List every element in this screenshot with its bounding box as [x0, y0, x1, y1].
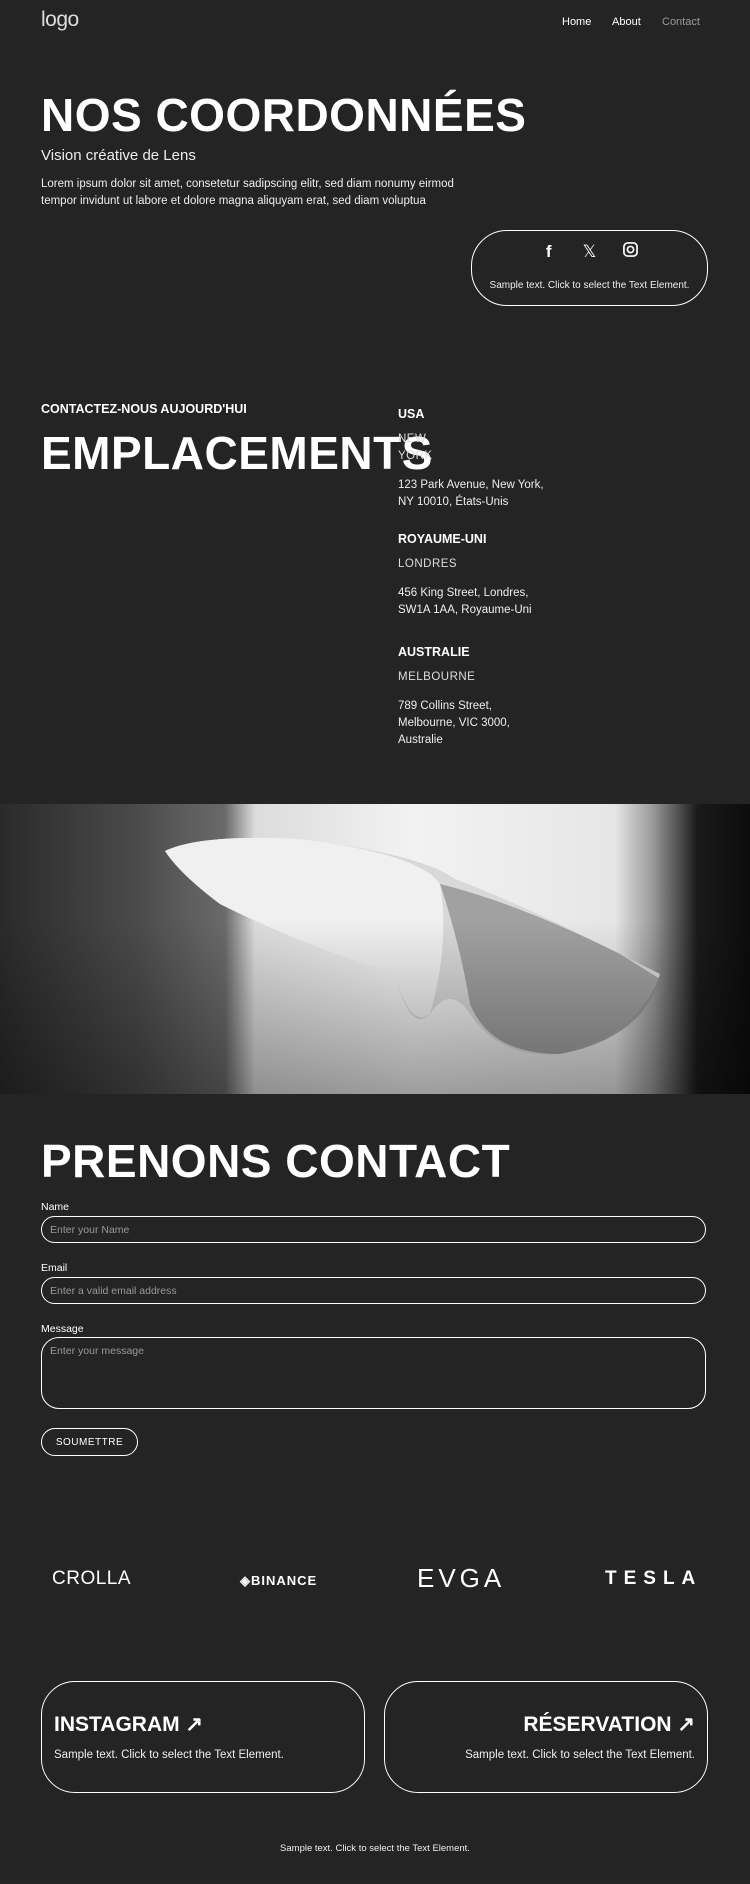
location-country: ROYAUME-UNI — [398, 532, 487, 546]
social-text: Sample text. Click to select the Text El… — [489, 280, 690, 291]
location-country: AUSTRALIE — [398, 645, 470, 659]
binance-diamond-icon: ◈ — [240, 1573, 251, 1588]
facebook-icon[interactable]: f — [540, 242, 558, 262]
hero-subtitle: Vision créative de Lens — [41, 147, 196, 164]
hero-body: Lorem ipsum dolor sit amet, consetetur s… — [41, 178, 454, 207]
footer-text: Sample text. Click to select the Text El… — [280, 1843, 470, 1854]
location-address: 789 Collins Street, Melbourne, VIC 3000,… — [398, 700, 510, 746]
location-address: 456 King Street, Londres, SW1A 1AA, Roya… — [398, 587, 532, 616]
card-title[interactable]: INSTAGRAM ↗ — [54, 1712, 203, 1737]
name-input[interactable] — [41, 1216, 706, 1243]
locations-kicker: CONTACTEZ-NOUS AUJOURD'HUI — [41, 402, 247, 416]
locations-title: EMPLACEMENTS — [41, 427, 433, 479]
nav-about[interactable]: About — [612, 16, 641, 28]
location-australia: AUSTRALIE MELBOURNE 789 Collins Street, … — [398, 645, 518, 749]
brand-logo-evga: EVGA — [417, 1563, 506, 1593]
email-label: Email — [41, 1262, 68, 1274]
brand-logo-tesla: TESLA — [605, 1568, 703, 1589]
contact-title: PRENONS CONTACT — [41, 1135, 511, 1187]
message-textarea[interactable] — [41, 1337, 706, 1409]
social-box: f 𝕏 Sample text. Click to select the Tex… — [471, 230, 708, 306]
hero-photo — [0, 804, 750, 1094]
reservation-card[interactable]: RÉSERVATION ↗ Sample text. Click to sele… — [384, 1681, 708, 1793]
location-uk: ROYAUME-UNI LONDRES 456 King Street, Lon… — [398, 532, 558, 619]
message-label: Message — [41, 1323, 84, 1335]
logo[interactable]: logo — [41, 8, 79, 32]
location-city: NEW YORK — [398, 433, 433, 462]
email-input[interactable] — [41, 1277, 706, 1304]
instagram-icon[interactable] — [621, 242, 639, 262]
nav-home[interactable]: Home — [562, 16, 591, 28]
name-label: Name — [41, 1201, 70, 1213]
submit-button[interactable]: SOUMETTRE — [41, 1428, 138, 1456]
location-usa: USA NEW YORK 123 Park Avenue, New York, … — [398, 407, 558, 511]
nav-contact[interactable]: Contact — [662, 16, 700, 28]
photo-shade — [0, 804, 750, 1094]
card-title[interactable]: RÉSERVATION ↗ — [523, 1712, 695, 1737]
location-country: USA — [398, 407, 425, 421]
instagram-card[interactable]: INSTAGRAM ↗ Sample text. Click to select… — [41, 1681, 365, 1793]
brand-logo-binance: ◈BINANCE — [240, 1573, 318, 1588]
page-title: NOS COORDONNÉES — [41, 89, 527, 141]
brand-logo-crolla: CROLLA — [52, 1568, 132, 1589]
location-address: 123 Park Avenue, New York, NY 10010, Éta… — [398, 479, 544, 508]
location-city: LONDRES — [398, 558, 458, 570]
location-city: MELBOURNE — [398, 671, 476, 683]
card-text: Sample text. Click to select the Text El… — [465, 1749, 695, 1761]
card-text: Sample text. Click to select the Text El… — [54, 1749, 284, 1761]
x-icon[interactable]: 𝕏 — [581, 242, 599, 262]
